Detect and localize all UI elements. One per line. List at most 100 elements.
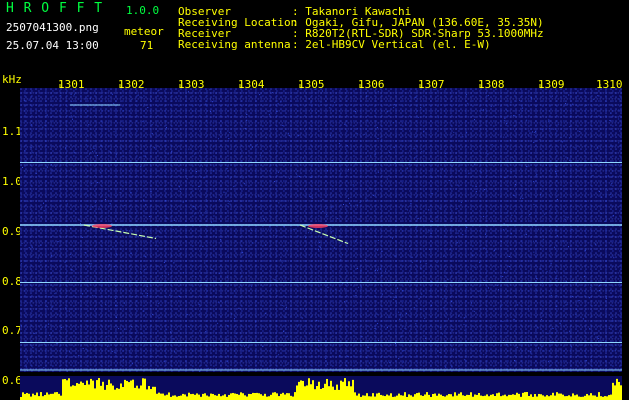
amplitude-bar bbox=[350, 386, 352, 400]
amplitude-bar bbox=[400, 395, 402, 400]
noise-speck bbox=[414, 96, 416, 98]
noise-speck bbox=[67, 280, 69, 282]
noise-speck bbox=[602, 339, 604, 341]
noise-speck bbox=[171, 151, 173, 153]
noise-speck bbox=[72, 169, 74, 171]
noise-speck bbox=[223, 191, 225, 193]
noise-speck bbox=[436, 350, 438, 352]
noise-speck bbox=[572, 295, 574, 297]
noise-speck bbox=[483, 354, 485, 356]
noise-speck bbox=[326, 214, 328, 216]
noise-speck bbox=[458, 368, 460, 369]
noise-speck bbox=[451, 165, 453, 167]
noise-speck bbox=[188, 91, 189, 93]
amplitude-bar bbox=[470, 392, 472, 400]
noise-speck bbox=[144, 155, 146, 157]
noise-speck bbox=[43, 367, 45, 369]
noise-speck bbox=[228, 138, 230, 140]
noise-speck bbox=[182, 201, 184, 203]
noise-speck bbox=[116, 253, 118, 255]
noise-speck bbox=[144, 255, 146, 257]
amplitude-bar bbox=[394, 396, 396, 400]
amplitude-bar bbox=[378, 392, 380, 400]
noise-speck bbox=[526, 166, 528, 168]
noise-speck bbox=[474, 266, 476, 268]
noise-speck bbox=[392, 293, 394, 294]
noise-speck bbox=[458, 315, 459, 317]
noise-speck bbox=[392, 237, 393, 239]
noise-speck bbox=[309, 195, 311, 197]
amplitude-bar bbox=[160, 393, 162, 400]
noise-speck bbox=[344, 123, 346, 125]
amplitude-bar bbox=[604, 396, 606, 400]
noise-speck bbox=[160, 345, 162, 347]
amplitude-bar bbox=[264, 393, 266, 400]
amplitude-bar bbox=[284, 394, 286, 400]
noise-speck bbox=[298, 175, 300, 177]
amplitude-bar bbox=[68, 378, 70, 400]
amplitude-bar bbox=[230, 393, 232, 400]
amplitude-bar bbox=[158, 392, 160, 400]
noise-speck bbox=[466, 132, 468, 134]
amplitude-bar bbox=[318, 381, 320, 400]
noise-speck bbox=[517, 304, 519, 306]
noise-speck bbox=[565, 103, 567, 104]
noise-speck bbox=[288, 135, 290, 137]
noise-speck bbox=[205, 210, 207, 212]
noise-speck bbox=[592, 175, 594, 177]
noise-speck bbox=[531, 353, 533, 355]
noise-speck bbox=[530, 97, 532, 99]
info-antenna-value: : 2el-HB9CV Vertical (el. E-W) bbox=[292, 38, 491, 51]
amplitude-bar bbox=[88, 384, 90, 400]
noise-speck bbox=[91, 206, 93, 208]
amplitude-bar bbox=[206, 395, 208, 400]
noise-speck bbox=[48, 296, 50, 298]
noise-speck bbox=[408, 163, 410, 165]
noise-speck bbox=[246, 114, 248, 115]
noise-speck bbox=[300, 88, 302, 90]
noise-speck bbox=[115, 297, 117, 299]
noise-speck bbox=[552, 340, 554, 342]
noise-speck bbox=[51, 169, 53, 171]
amplitude-bar bbox=[46, 392, 48, 400]
noise-speck bbox=[93, 106, 95, 108]
amplitude-bar bbox=[460, 392, 462, 400]
noise-speck bbox=[490, 105, 492, 107]
noise-speck bbox=[137, 94, 139, 96]
noise-speck bbox=[425, 338, 427, 339]
noise-speck bbox=[423, 131, 425, 133]
amplitude-bar bbox=[44, 394, 46, 400]
noise-speck bbox=[394, 255, 396, 257]
noise-speck bbox=[131, 363, 133, 365]
noise-speck bbox=[32, 347, 34, 349]
noise-speck bbox=[579, 131, 581, 133]
noise-speck bbox=[377, 138, 379, 140]
noise-speck bbox=[531, 98, 533, 100]
amplitude-bar bbox=[494, 395, 496, 400]
noise-speck bbox=[463, 317, 465, 319]
amplitude-bar bbox=[298, 381, 300, 400]
amplitude-bar bbox=[236, 393, 238, 400]
noise-speck bbox=[339, 173, 341, 175]
amplitude-bar bbox=[482, 396, 484, 400]
amplitude-bar bbox=[402, 395, 404, 400]
noise-speck bbox=[245, 194, 247, 196]
noise-speck bbox=[360, 276, 362, 278]
noise-speck bbox=[284, 316, 286, 318]
noise-speck bbox=[265, 137, 267, 139]
amplitude-bar bbox=[182, 393, 184, 400]
noise-speck bbox=[433, 89, 435, 91]
noise-speck bbox=[506, 212, 508, 214]
amplitude-bar bbox=[48, 394, 50, 400]
noise-speck bbox=[320, 288, 322, 290]
noise-speck bbox=[566, 304, 568, 306]
amplitude-bar bbox=[468, 394, 470, 400]
amplitude-bar bbox=[510, 394, 512, 400]
amplitude-bar bbox=[258, 393, 260, 400]
noise-speck bbox=[210, 98, 211, 100]
noise-speck bbox=[56, 342, 58, 344]
noise-speck bbox=[21, 325, 22, 327]
noise-speck bbox=[611, 145, 613, 147]
noise-speck bbox=[504, 177, 506, 179]
noise-speck bbox=[518, 114, 520, 116]
